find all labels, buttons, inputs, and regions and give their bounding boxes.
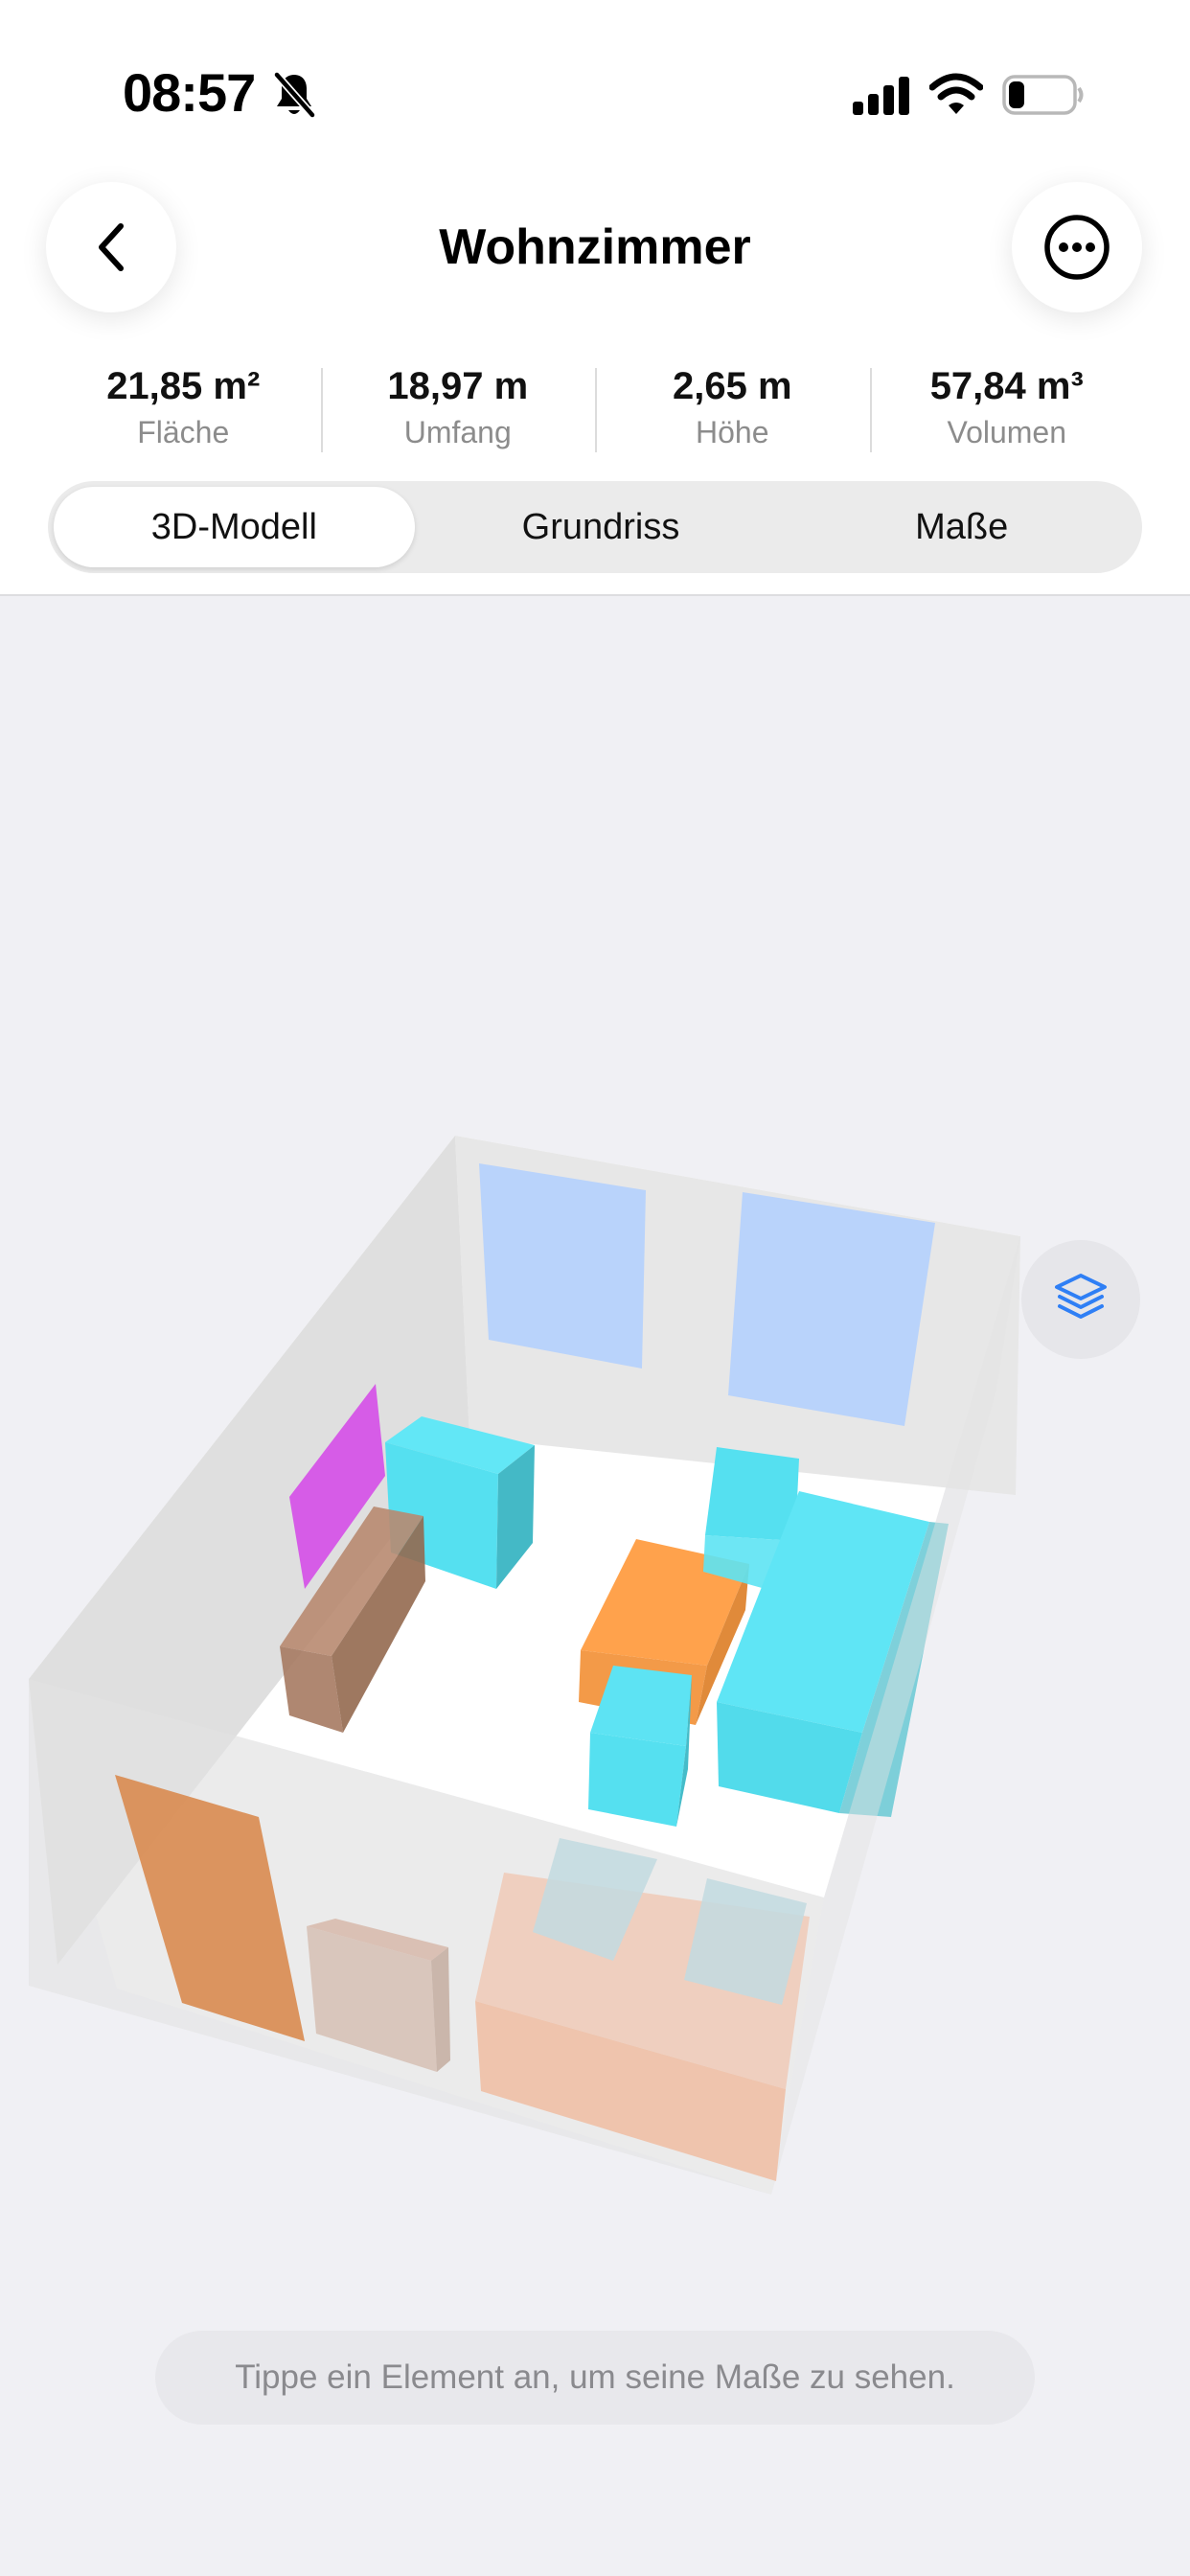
ottoman	[705, 1447, 799, 1541]
tab-measurements[interactable]: Maße	[781, 481, 1142, 573]
3d-viewport[interactable]	[0, 596, 1190, 2576]
stat-volume: 57,84 m³ Volumen	[869, 360, 1145, 456]
stat-height: 2,65 m Höhe	[595, 360, 870, 456]
stat-area: 21,85 m² Fläche	[46, 360, 321, 456]
stat-perimeter: 18,97 m Umfang	[320, 360, 596, 456]
tab-3d-model[interactable]: 3D-Modell	[54, 487, 415, 567]
stat-value: 18,97 m	[387, 365, 529, 407]
layers-button[interactable]	[1021, 1240, 1140, 1359]
status-bar: 08:57	[0, 0, 1190, 182]
ellipsis-circle-icon	[1044, 215, 1110, 280]
wifi-icon	[929, 73, 983, 114]
tab-floor-plan[interactable]: Grundriss	[421, 481, 782, 573]
window	[728, 1192, 935, 1426]
stat-label: Höhe	[696, 415, 769, 449]
view-mode-segmented-control: 3D-Modell Grundriss Maße	[48, 481, 1142, 573]
stat-value: 57,84 m³	[929, 365, 1084, 407]
bell-slash-icon	[273, 72, 316, 118]
stat-label: Fläche	[137, 415, 230, 449]
room-3d-model[interactable]	[0, 596, 1190, 2576]
hint-text: Tippe ein Element an, um seine Maße zu s…	[155, 2331, 1035, 2425]
status-time: 08:57	[123, 62, 256, 123]
battery-icon	[1002, 75, 1084, 115]
room-stats: 21,85 m² Fläche 18,97 m Umfang 2,65 m Hö…	[46, 360, 1144, 456]
cellular-signal-icon	[853, 77, 909, 115]
stat-label: Volumen	[947, 415, 1067, 449]
window	[479, 1163, 646, 1368]
stat-value: 2,65 m	[672, 365, 792, 407]
stat-label: Umfang	[403, 415, 512, 449]
layers-icon	[1055, 1274, 1107, 1319]
stat-value: 21,85 m²	[106, 365, 261, 407]
more-options-button[interactable]	[1012, 182, 1142, 312]
